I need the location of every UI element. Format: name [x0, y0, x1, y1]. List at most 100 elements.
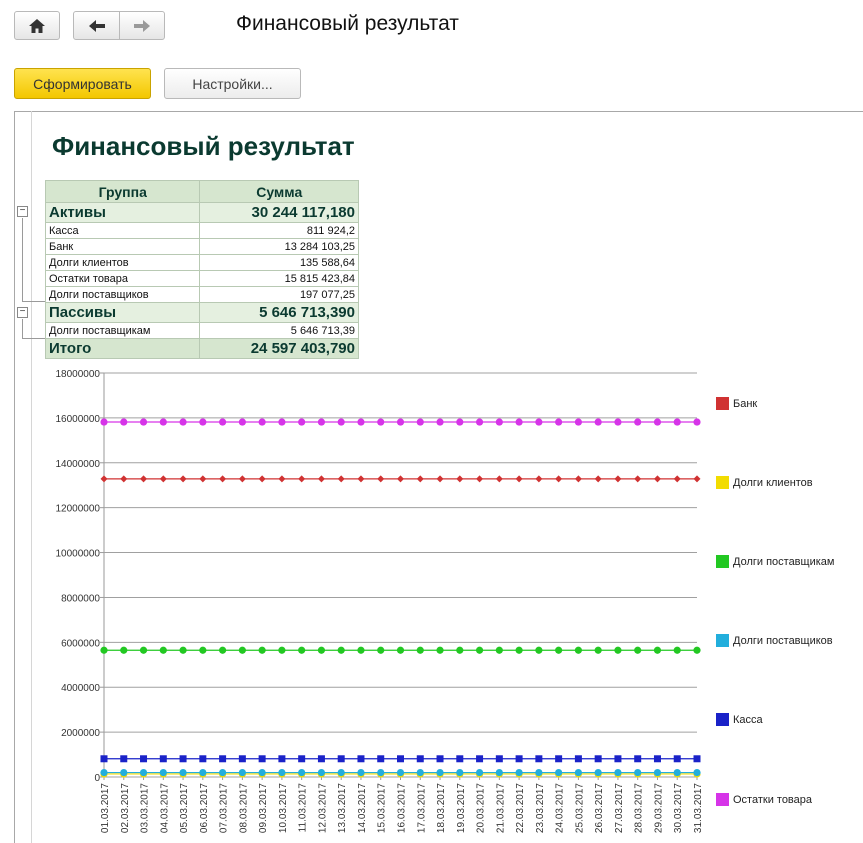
- data-point: [120, 475, 128, 483]
- data-point: [555, 755, 563, 763]
- group-total[interactable]: 30 244 117,180: [199, 202, 359, 223]
- row-name[interactable]: Банк: [44, 238, 201, 255]
- group-row-liabilities[interactable]: Пассивы 5 646 713,390: [44, 302, 359, 323]
- data-point: [397, 475, 404, 483]
- row-name[interactable]: Долги поставщиков: [44, 286, 201, 303]
- data-point: [436, 755, 444, 763]
- table-row[interactable]: Остатки товара 15 815 423,84: [44, 270, 359, 287]
- total-row[interactable]: Итого 24 597 403,790: [44, 338, 359, 359]
- legend-label: Остатки товара: [733, 793, 813, 806]
- data-point: [456, 475, 464, 483]
- data-point: [317, 418, 326, 426]
- legend-swatch: [716, 713, 729, 726]
- data-point: [219, 418, 227, 426]
- row-value[interactable]: 5 646 713,39: [199, 322, 359, 339]
- collapse-assets-icon[interactable]: −: [17, 206, 28, 217]
- data-point: [653, 768, 662, 777]
- row-value[interactable]: 15 815 423,84: [199, 270, 359, 287]
- data-point: [278, 755, 286, 763]
- data-point: [673, 768, 681, 777]
- data-point: [594, 768, 602, 777]
- data-point: [456, 646, 464, 654]
- data-point: [258, 646, 266, 654]
- row-name[interactable]: Долги клиентов: [44, 254, 201, 271]
- row-name[interactable]: Долги поставщикам: [44, 322, 201, 339]
- data-point: [120, 768, 128, 777]
- data-point: [159, 768, 167, 777]
- column-header-sum[interactable]: Сумма: [199, 180, 359, 203]
- group-row-assets[interactable]: Активы 30 244 117,180: [44, 202, 359, 223]
- data-point: [535, 646, 543, 654]
- table-row[interactable]: Долги поставщиков 197 077,25: [44, 286, 359, 303]
- data-point: [179, 418, 187, 426]
- data-point: [357, 755, 365, 763]
- legend-item: Долги поставщиков: [716, 634, 833, 647]
- data-point: [693, 755, 701, 763]
- data-point: [475, 768, 484, 777]
- forward-button[interactable]: [119, 11, 165, 40]
- data-point: [653, 475, 661, 483]
- total-name[interactable]: Итого: [44, 338, 201, 359]
- x-tick-label: 24.03.2017: [555, 783, 566, 833]
- group-name[interactable]: Пассивы: [44, 302, 201, 323]
- data-point: [258, 768, 266, 777]
- data-point: [456, 768, 464, 777]
- data-point: [139, 646, 148, 654]
- row-name[interactable]: Остатки товара: [44, 270, 201, 287]
- data-point: [159, 755, 167, 763]
- data-point: [416, 768, 424, 777]
- arrow-left-icon: [88, 19, 105, 32]
- data-point: [179, 755, 187, 763]
- data-point: [653, 755, 661, 763]
- table-row[interactable]: Банк 13 284 103,25: [44, 238, 359, 255]
- legend-swatch: [716, 793, 729, 806]
- data-point: [357, 475, 365, 483]
- row-name[interactable]: Касса: [44, 222, 201, 239]
- generate-button[interactable]: Сформировать: [14, 68, 151, 99]
- x-tick-label: 02.03.2017: [120, 783, 131, 833]
- x-tick-label: 25.03.2017: [574, 783, 585, 833]
- group-total[interactable]: 5 646 713,390: [199, 302, 359, 323]
- home-button[interactable]: [14, 11, 60, 40]
- back-button[interactable]: [73, 11, 120, 40]
- data-point: [634, 755, 642, 763]
- group-name[interactable]: Активы: [44, 202, 201, 223]
- data-point: [298, 475, 306, 483]
- data-point: [377, 755, 385, 763]
- data-point: [219, 646, 227, 654]
- data-point: [535, 768, 543, 777]
- legend-item: Долги поставщикам: [716, 555, 834, 568]
- row-value[interactable]: 197 077,25: [199, 286, 359, 303]
- y-tick-label: 8000000: [61, 593, 100, 604]
- total-value[interactable]: 24 597 403,790: [199, 338, 359, 359]
- table-row[interactable]: Долги поставщикам 5 646 713,39: [44, 322, 359, 339]
- legend-label: Касса: [733, 713, 763, 726]
- y-tick-label: 10000000: [56, 549, 101, 560]
- data-point: [653, 646, 662, 654]
- data-point: [436, 646, 444, 654]
- settings-button[interactable]: Настройки...: [164, 68, 301, 99]
- table-row[interactable]: Касса 811 924,2: [44, 222, 359, 239]
- row-value[interactable]: 811 924,2: [199, 222, 359, 239]
- data-point: [594, 646, 602, 654]
- data-point: [377, 646, 385, 654]
- data-point: [100, 768, 108, 777]
- row-value[interactable]: 13 284 103,25: [199, 238, 359, 255]
- collapse-liabilities-icon[interactable]: −: [17, 307, 28, 318]
- column-header-group[interactable]: Группа: [44, 180, 201, 203]
- data-point: [179, 475, 187, 483]
- data-point: [495, 475, 503, 483]
- row-value[interactable]: 135 588,64: [199, 254, 359, 271]
- data-point: [693, 768, 701, 777]
- x-tick-label: 22.03.2017: [515, 783, 526, 833]
- table-header-row: Группа Сумма: [44, 180, 359, 203]
- legend-swatch: [716, 634, 729, 647]
- data-point: [357, 646, 365, 654]
- x-tick-label: 03.03.2017: [140, 783, 151, 833]
- data-point: [159, 475, 167, 483]
- x-tick-label: 06.03.2017: [199, 783, 210, 833]
- table-row[interactable]: Долги клиентов 135 588,64: [44, 254, 359, 271]
- x-tick-label: 26.03.2017: [594, 783, 605, 833]
- data-point: [258, 418, 266, 426]
- y-tick-label: 18000000: [56, 369, 101, 380]
